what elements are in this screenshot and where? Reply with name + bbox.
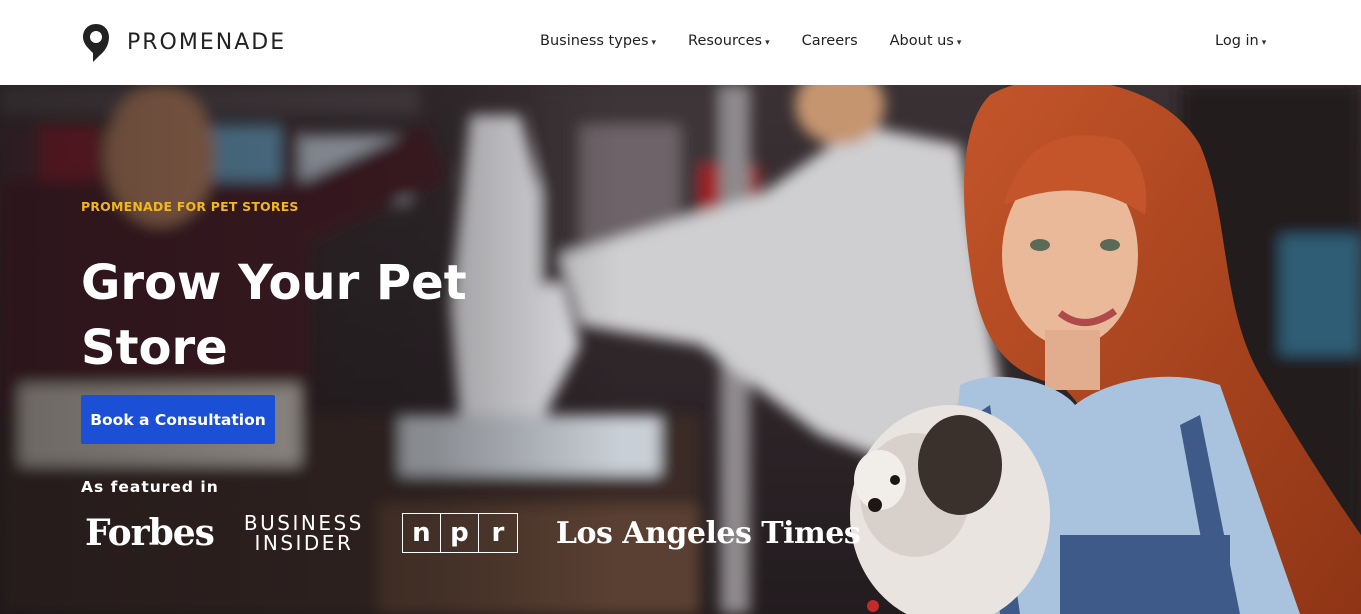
npr-letter: p	[441, 514, 479, 552]
business-insider-line2: INSIDER	[254, 531, 354, 555]
book-consultation-button[interactable]: Book a Consultation	[81, 395, 275, 444]
npr-logo: n p r	[401, 513, 518, 553]
main-nav: Business types ▾ Resources ▾ Careers Abo…	[540, 33, 993, 49]
hero-eyebrow: PROMENADE FOR PET STORES	[81, 199, 299, 214]
chevron-down-icon: ▾	[956, 38, 962, 48]
nav-item-label: Resources	[688, 33, 763, 49]
nav-item-label: About us	[889, 33, 954, 49]
forbes-logo: Forbes	[85, 512, 215, 554]
featured-label: As featured in	[81, 478, 219, 496]
nav-business-types[interactable]: Business types ▾	[540, 33, 656, 49]
nav-careers[interactable]: Careers	[802, 33, 858, 49]
nav-resources[interactable]: Resources ▾	[688, 33, 770, 49]
business-insider-line1: BUSINESS	[243, 511, 364, 535]
nav-about-us[interactable]: About us ▾	[890, 33, 962, 49]
login-label: Log in	[1215, 33, 1259, 49]
chevron-down-icon: ▾	[1261, 38, 1267, 48]
site-header: PROMENADE Business types ▾ Resources ▾ C…	[0, 0, 1361, 85]
chevron-down-icon: ▾	[651, 38, 657, 48]
business-insider-logo: BUSINESS INSIDER	[244, 513, 364, 553]
press-logos: Forbes BUSINESS INSIDER n p r Los Angele…	[85, 509, 861, 557]
chevron-down-icon: ▾	[765, 38, 770, 48]
hero-title: Grow Your Pet Store	[81, 255, 467, 376]
nav-item-label: Careers	[801, 33, 858, 49]
npr-letter: r	[491, 518, 505, 548]
npr-letter: n	[403, 514, 441, 552]
login-link[interactable]: Log in ▾	[1215, 33, 1266, 49]
la-times-logo: Los Angeles Times	[555, 515, 861, 551]
brand-logo[interactable]: PROMENADE	[81, 22, 286, 63]
nav-item-label: Business types	[540, 33, 649, 49]
brand-name: PROMENADE	[127, 30, 287, 55]
hero-section: PROMENADE FOR PET STORES Grow Your Pet S…	[0, 85, 1361, 614]
location-pin-icon	[83, 24, 109, 62]
